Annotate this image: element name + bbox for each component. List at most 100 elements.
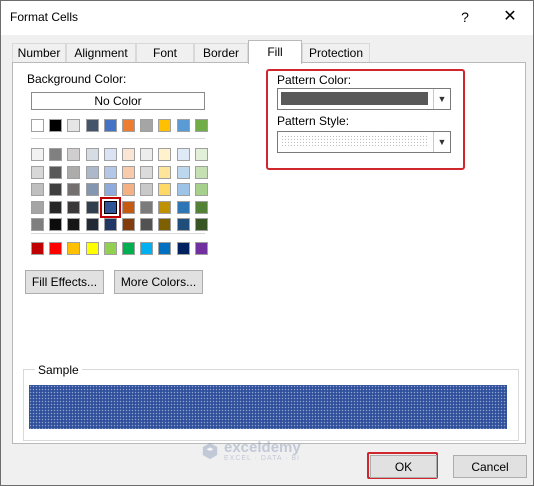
theme-color-swatch[interactable] xyxy=(122,119,135,132)
tint-color-swatch[interactable] xyxy=(140,165,154,179)
pattern-color-preview xyxy=(281,92,428,105)
standard-color-swatch[interactable] xyxy=(85,242,99,255)
ok-button[interactable]: OK xyxy=(370,455,437,478)
tint-color-swatch[interactable] xyxy=(140,148,154,161)
tint-color-swatch[interactable] xyxy=(67,218,81,231)
tint-color-swatch[interactable] xyxy=(31,200,44,214)
tint-color-swatch[interactable] xyxy=(122,218,135,231)
tint-color-swatch[interactable] xyxy=(122,165,135,179)
title-bar: Format Cells ? ✕ xyxy=(1,1,533,35)
tint-color-swatch[interactable] xyxy=(49,148,63,161)
fill-panel: Background Color: No Color Fill Effects.… xyxy=(12,62,526,444)
tint-color-swatch[interactable] xyxy=(67,183,81,196)
tab-alignment[interactable]: Alignment xyxy=(66,43,136,63)
fill-effects-button[interactable]: Fill Effects... xyxy=(25,270,104,294)
tint-color-swatch[interactable] xyxy=(67,165,81,179)
pattern-color-dropdown[interactable]: ▼ xyxy=(277,88,451,110)
tab-font[interactable]: Font xyxy=(136,43,194,63)
sample-label: Sample xyxy=(35,363,82,377)
tint-color-swatch[interactable] xyxy=(158,200,172,214)
theme-color-swatch[interactable] xyxy=(31,119,44,132)
tint-color-swatch[interactable] xyxy=(31,148,44,161)
tint-color-swatch[interactable] xyxy=(103,183,117,196)
theme-color-swatch[interactable] xyxy=(67,119,81,132)
theme-color-swatch[interactable] xyxy=(103,119,117,132)
tab-fill[interactable]: Fill xyxy=(248,40,302,64)
theme-color-swatch[interactable] xyxy=(194,119,208,132)
tint-color-swatch[interactable] xyxy=(85,183,99,196)
tint-color-swatch[interactable] xyxy=(49,183,63,196)
tab-number[interactable]: Number xyxy=(12,43,66,63)
tint-color-swatch[interactable] xyxy=(176,165,190,179)
close-button[interactable]: ✕ xyxy=(496,5,524,29)
tint-color-swatch[interactable] xyxy=(194,218,208,231)
tint-color-swatch[interactable] xyxy=(176,218,190,231)
tint-color-swatch[interactable] xyxy=(85,148,99,161)
tint-color-swatch[interactable] xyxy=(85,200,99,214)
tint-color-swatch[interactable] xyxy=(122,183,135,196)
pattern-style-dropdown[interactable]: ▼ xyxy=(277,131,451,153)
tint-color-swatch[interactable] xyxy=(122,200,135,214)
standard-color-swatch[interactable] xyxy=(122,242,135,255)
cancel-button[interactable]: Cancel xyxy=(453,455,527,478)
tint-color-swatch[interactable] xyxy=(176,148,190,161)
tint-color-swatch[interactable] xyxy=(176,183,190,196)
tint-color-swatch[interactable] xyxy=(31,218,44,231)
no-color-button[interactable]: No Color xyxy=(31,92,205,110)
tint-color-swatch[interactable] xyxy=(31,165,44,179)
tint-color-swatch[interactable] xyxy=(176,200,190,214)
tint-color-swatch[interactable] xyxy=(140,200,154,214)
tint-color-swatch[interactable] xyxy=(49,218,63,231)
tint-color-swatch[interactable] xyxy=(158,218,172,231)
standard-color-swatch[interactable] xyxy=(67,242,81,255)
tab-protection[interactable]: Protection xyxy=(302,43,370,63)
exceldemy-logo-icon xyxy=(202,442,218,460)
tint-color-swatch[interactable] xyxy=(194,148,208,161)
chevron-down-icon[interactable]: ▼ xyxy=(433,132,450,152)
tint-color-swatch[interactable] xyxy=(49,200,63,214)
tint-color-swatch[interactable] xyxy=(85,165,99,179)
tint-color-swatch[interactable] xyxy=(194,200,208,214)
tint-color-swatch[interactable] xyxy=(67,148,81,161)
pattern-style-preview xyxy=(281,135,428,148)
theme-color-swatch[interactable] xyxy=(49,119,63,132)
tint-color-swatch[interactable] xyxy=(194,165,208,179)
tint-color-swatch[interactable] xyxy=(85,218,99,231)
tint-color-swatch[interactable] xyxy=(103,165,117,179)
watermark-tagline: EXCEL · DATA · BI xyxy=(224,455,300,462)
theme-color-swatch[interactable] xyxy=(158,119,172,132)
chevron-down-icon[interactable]: ▼ xyxy=(433,89,450,109)
sample-preview xyxy=(29,385,507,429)
theme-color-swatch[interactable] xyxy=(140,119,154,132)
theme-color-swatch[interactable] xyxy=(176,119,190,132)
tint-color-swatch[interactable] xyxy=(103,218,117,231)
tint-color-swatch[interactable] xyxy=(103,148,117,161)
standard-color-swatch[interactable] xyxy=(194,242,208,255)
tint-color-swatch[interactable] xyxy=(31,183,44,196)
tint-color-swatch[interactable] xyxy=(194,183,208,196)
background-color-label: Background Color: xyxy=(27,72,127,86)
more-colors-button[interactable]: More Colors... xyxy=(114,270,203,294)
standard-color-swatch[interactable] xyxy=(103,242,117,255)
theme-color-swatch[interactable] xyxy=(85,119,99,132)
tint-color-swatch[interactable] xyxy=(122,148,135,161)
selected-color-swatch[interactable] xyxy=(99,196,121,218)
tab-border[interactable]: Border xyxy=(194,43,248,63)
palette-divider xyxy=(31,138,205,139)
help-button[interactable]: ? xyxy=(453,5,477,29)
format-cells-dialog: Format Cells ? ✕ Number Alignment Font B… xyxy=(0,0,534,486)
tint-color-swatch[interactable] xyxy=(140,183,154,196)
standard-color-swatch[interactable] xyxy=(140,242,154,255)
standard-color-swatch[interactable] xyxy=(158,242,172,255)
tint-color-swatch[interactable] xyxy=(158,183,172,196)
palette-divider xyxy=(31,233,205,234)
pattern-color-label: Pattern Color: xyxy=(277,73,352,87)
tint-color-swatch[interactable] xyxy=(158,148,172,161)
standard-color-swatch[interactable] xyxy=(49,242,63,255)
tint-color-swatch[interactable] xyxy=(49,165,63,179)
tint-color-swatch[interactable] xyxy=(67,200,81,214)
tint-color-swatch[interactable] xyxy=(140,218,154,231)
standard-color-swatch[interactable] xyxy=(176,242,190,255)
standard-color-swatch[interactable] xyxy=(31,242,44,255)
tint-color-swatch[interactable] xyxy=(158,165,172,179)
